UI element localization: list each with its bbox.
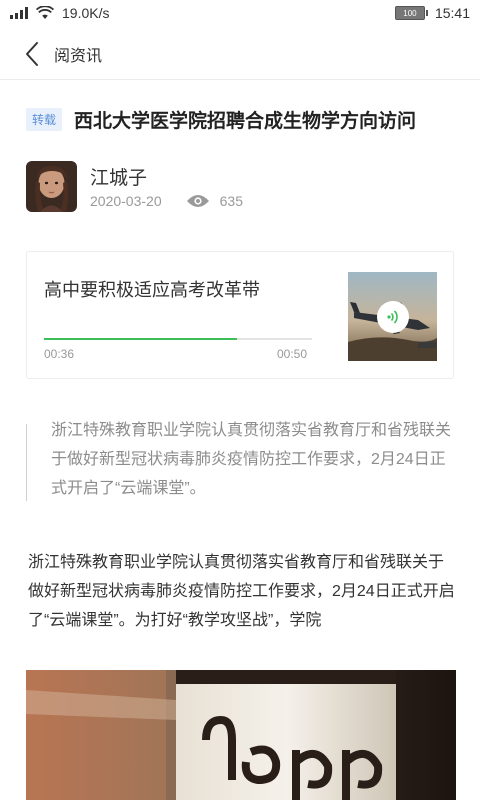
wifi-icon [36,6,54,19]
audio-cover-image [348,272,437,361]
article-image[interactable] [26,670,456,800]
audio-total-time: 00:50 [277,347,308,361]
audio-play-button[interactable] [377,301,409,333]
audio-progress-fill [44,338,237,340]
clock: 15:41 [434,5,470,21]
network-speed: 19.0K/s [62,5,110,21]
quote-block: 浙江特殊教育职业学院认真贯彻落实省教育厅和省残联关于做好新型冠状病毒肺炎疫情防控… [26,422,456,501]
chevron-left-icon [26,41,38,66]
status-bar: 19.0K/s 100 15:41 [0,0,480,26]
publish-date: 2020-03-20 [90,193,162,209]
battery-level: 100 [403,8,417,18]
article-body: 浙江特殊教育职业学院认真贯彻落实省教育厅和省残联关于做好新型冠状病毒肺炎疫情防控… [28,554,455,629]
article-headline: 转载 西北大学医学院招聘合成生物学方向访问 [26,106,466,133]
repost-tag: 转载 [26,108,63,131]
view-count: 635 [219,193,243,209]
sound-wave-icon [387,310,398,324]
nav-bar: 阅资讯 [0,28,480,80]
quote-text: 浙江特殊教育职业学院认真贯彻落实省教育厅和省残联关于做好新型冠状病毒肺炎疫情防控… [51,422,452,497]
battery-icon: 100 [394,6,428,20]
author-name[interactable]: 江城子 [90,163,147,190]
nav-title: 阅资讯 [54,47,103,65]
article-meta: 2020-03-20 635 [90,193,243,209]
cup-photo [26,670,456,800]
audio-title: 高中要积极适应高考改革带 [44,280,260,300]
author-info: 江城子 2020-03-20 635 [26,161,466,213]
article-title: 西北大学医学院招聘合成生物学方向访问 [74,111,417,132]
back-button[interactable] [12,28,52,80]
audio-current-time: 00:36 [44,347,75,361]
signal-bars-icon [10,7,28,19]
avatar[interactable] [26,161,77,212]
eye-icon [186,195,209,207]
audio-card[interactable]: 高中要积极适应高考改革带 00:36 00:50 [26,251,454,379]
avatar-image [26,161,77,212]
audio-progress-bar[interactable] [44,338,312,340]
